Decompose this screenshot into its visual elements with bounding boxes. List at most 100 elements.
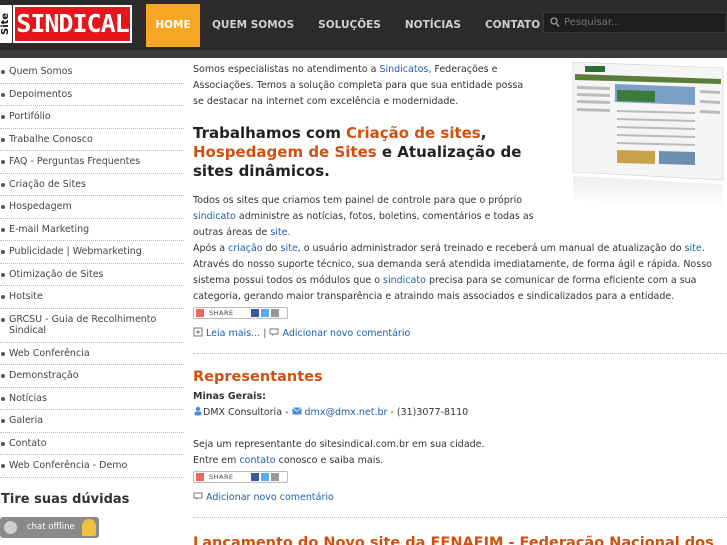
header-stripe [0,50,727,58]
logo[interactable]: Site SINDICAL [0,5,132,43]
nav-home[interactable]: HOME [146,4,200,47]
bullet-icon [1,295,5,299]
bullet-icon [1,374,5,378]
share-button[interactable]: SHARE [193,471,288,483]
social-icons [251,309,286,317]
intro-text: Somos especialistas no atendimento a Sin… [193,64,524,107]
bullet-icon [1,70,5,74]
bullet-icon [1,160,5,164]
sidebar-item-galeria[interactable]: Galeria [0,410,184,433]
link-hospedagem-de-sites[interactable]: Hospedagem de Sites [193,143,377,161]
share-icon [196,473,204,481]
email-icon [291,407,302,415]
search-input[interactable] [564,15,722,30]
sidebar-item-faq[interactable]: FAQ - Perguntas Frequentes [0,151,184,174]
sidebar-item-hospedagem[interactable]: Hospedagem [0,196,184,219]
sidebar-item-web-conferencia-demo[interactable]: Web Conferência - Demo [0,455,184,478]
search-box [543,12,727,33]
rep-phone: - (31)3077-8110 [387,407,469,418]
nav-quem-somos[interactable]: QUEM SOMOS [200,4,306,47]
bullet-icon [1,396,5,401]
sidebar-item-depoimentos[interactable]: Depoimentos [0,84,184,106]
search-icon [550,17,560,28]
representantes-heading[interactable]: Representantes [193,368,727,386]
description-paragraph-2: Após a criação do site, o usuário admini… [193,243,712,302]
sidebar-item-label: Quem Somos [9,66,73,77]
rep-region: Minas Gerais: [193,391,266,402]
rep-line: DMX Consultoria - dmx@dmx.net.br - (31)3… [193,405,727,421]
sidebar-item-label: FAQ - Perguntas Frequentes [9,156,141,167]
sidebar-item-contato[interactable]: Contato [0,433,184,455]
sidebar-item-label: Portifólio [9,111,51,122]
sidebar-item-label: Publicidade | Webmarketing [9,246,142,257]
rep-email-link[interactable]: dmx@dmx.net.br [305,407,388,418]
sidebar-item-otimizacao[interactable]: Otimização de Sites [0,264,184,286]
share-label: SHARE [209,309,234,317]
sidebar-item-label: Web Conferência [9,347,90,359]
link-site[interactable]: site [270,227,287,238]
bullet-icon [1,115,5,119]
bullet-icon [1,317,5,322]
sidebar-item-label: Galeria [9,415,44,426]
divider [193,353,727,354]
nav-solucoes[interactable]: SOLUÇÕES [306,4,393,47]
rep-name: DMX Consultoria - [203,407,292,418]
share-label: SHARE [209,473,234,481]
link-criacao-de-sites[interactable]: Criação de sites [346,124,481,142]
contact-link[interactable]: contato [239,455,275,466]
add-comment-link[interactable]: Adicionar novo comentário [206,492,334,503]
link-site[interactable]: site [281,243,298,254]
sidebar-item-quem-somos[interactable]: Quem Somos [0,61,184,84]
help-title: Tire suas dúvidas [1,491,130,507]
chat-status-icon [4,520,17,534]
bullet-icon [1,419,5,423]
chat-label: chat offline [27,521,75,532]
rep-invite: Seja um representante do sitesindical.co… [193,439,485,450]
nav-contato[interactable]: CONTATO [473,4,552,47]
bullet-icon [1,137,5,142]
link-site[interactable]: site [685,243,702,254]
main-content: Somos especialistas no atendimento a Sin… [193,61,727,545]
read-more-link[interactable]: Leia mais... [206,328,260,339]
bullet-icon [1,227,5,232]
sidebar-item-label: Notícias [9,392,47,404]
sidebar-item-criacao-de-sites[interactable]: Criação de Sites [0,174,184,196]
sidebar-item-label: Demonstração [9,370,79,381]
add-comment-link[interactable]: Adicionar novo comentário [283,328,411,339]
rep-contact-line: Entre em contato conosco e saiba mais. [193,455,384,466]
chat-agent-icon [82,518,96,536]
nav-noticias[interactable]: NOTÍCIAS [393,4,473,47]
sidebar-item-label: GRCSU - Guia de Recolhimento Sindical [9,313,157,337]
sidebar-item-web-conferencia[interactable]: Web Conferência [0,343,184,365]
link-criacao[interactable]: criação [228,243,262,254]
sidebar-item-portifolio[interactable]: Portifólio [0,106,184,129]
sidebar-item-grcsu[interactable]: GRCSU - Guia de Recolhimento Sindical [0,309,184,343]
bullet-icon [1,205,5,209]
bullet-icon [1,182,5,187]
sidebar-item-hotsite[interactable]: Hotsite [0,286,184,309]
news-heading[interactable]: Lançamento do Novo site da FENAFIM - Fed… [193,534,727,545]
post-meta: Adicionar novo comentário [193,491,727,505]
social-icons [251,473,286,481]
sidebar-item-label: Hospedagem [9,201,72,212]
link-sindicatos[interactable]: Sindicatos [379,64,428,75]
sidebar-item-email-marketing[interactable]: E-mail Marketing [0,219,184,241]
sidebar-item-label: Contato [9,437,47,449]
share-button[interactable]: SHARE [193,307,288,319]
sidebar-item-publicidade[interactable]: Publicidade | Webmarketing [0,241,184,264]
logo-brand-text: SINDICAL [13,5,132,43]
bullet-icon [1,351,5,356]
link-sindicato[interactable]: sindicato [193,211,236,222]
sidebar-item-label: Depoimentos [9,88,73,100]
user-icon [194,406,202,416]
sidebar-item-noticias[interactable]: Notícias [0,388,184,410]
divider [193,517,727,518]
chat-button[interactable]: chat offline [0,516,99,538]
sidebar-item-demonstracao[interactable]: Demonstração [0,365,184,388]
bullet-icon [1,92,5,97]
link-sindicato[interactable]: sindicato [383,275,426,286]
bullet-icon [1,272,5,277]
sidebar-item-trabalhe-conosco[interactable]: Trabalhe Conosco [0,129,184,151]
comment-icon [269,328,279,336]
tagline-heading: Trabalhamos com Criação de sites, Hosped… [193,124,522,180]
